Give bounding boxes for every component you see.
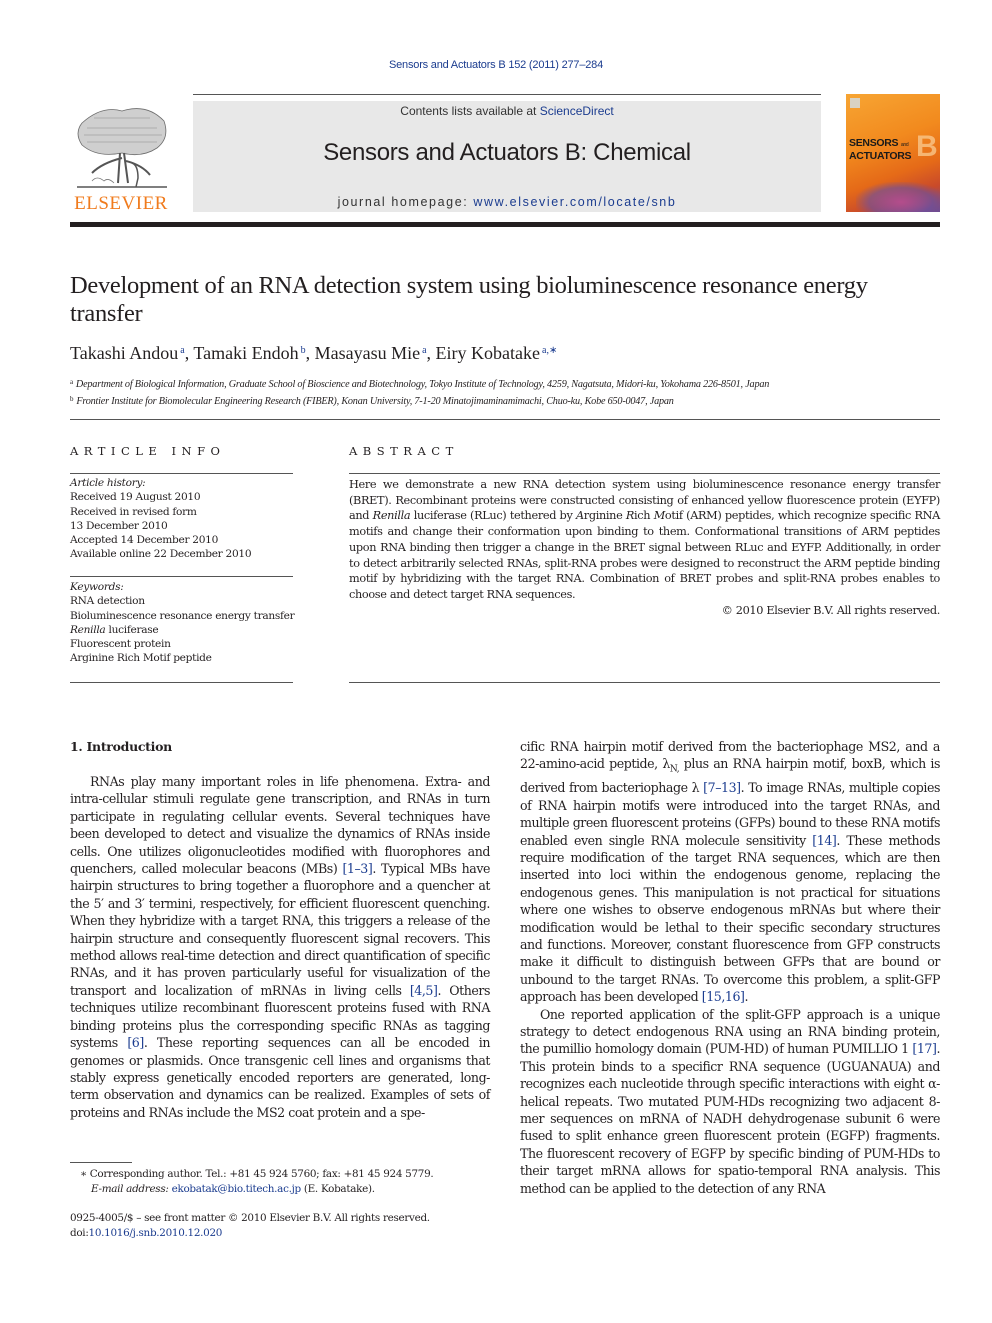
reference-link[interactable]: [4,5]	[410, 983, 438, 998]
affiliation-mark: a	[70, 378, 73, 386]
reference-link[interactable]: [7–13]	[703, 780, 741, 795]
abstract-italic: A	[575, 509, 584, 523]
affiliation: a Department of Biological Information, G…	[70, 375, 950, 392]
author-affiliation-mark[interactable]: b	[301, 345, 306, 356]
elsevier-tree-icon	[77, 108, 167, 188]
article-info-heading: ARTICLE INFO	[70, 444, 226, 458]
footnote-line-1: ∗ Corresponding author. Tel.: +81 45 924…	[80, 1167, 500, 1182]
email-suffix: (E. Kobatake).	[300, 1183, 375, 1195]
contents-prefix: Contents lists available at	[400, 104, 540, 118]
reference-link[interactable]: [17]	[912, 1041, 937, 1056]
author-affiliation-mark[interactable]: a	[422, 345, 426, 356]
divider	[70, 682, 293, 683]
paragraph: One reported application of the split-GF…	[520, 1006, 940, 1196]
affiliation-mark: b	[70, 395, 74, 403]
homepage-prefix: journal homepage:	[337, 195, 474, 209]
history-item: Received 19 August 2010	[70, 491, 201, 504]
journal-banner: Contents lists available at ScienceDirec…	[193, 101, 821, 212]
cover-title-line2: ACTUATORS	[849, 150, 912, 162]
cover-title-and: and	[900, 142, 909, 148]
reference-link[interactable]: [14]	[812, 833, 837, 848]
footnote-line-2: E-mail address: ekobatak@bio.titech.ac.j…	[80, 1182, 500, 1197]
divider	[349, 473, 940, 474]
abstract-italic: R	[625, 509, 635, 523]
divider	[70, 419, 940, 420]
footnote-rule	[70, 1162, 132, 1163]
footnote-contact: Corresponding author. Tel.: +81 45 924 5…	[86, 1168, 434, 1180]
history-item: Available online 22 December 2010	[70, 548, 252, 561]
body-column-left: RNAs play many important roles in life p…	[70, 773, 490, 1121]
abstract-text: Here we demonstrate a new RNA detection …	[349, 478, 940, 601]
keywords: Keywords: RNA detection Bioluminescence r…	[70, 580, 300, 666]
keywords-list: RNA detection Bioluminescence resonance e…	[70, 594, 300, 665]
article-history: Article history: Received 19 August 2010…	[70, 476, 300, 562]
divider	[70, 473, 293, 474]
affiliations: a Department of Biological Information, G…	[70, 375, 950, 409]
keyword-italic: Renilla	[70, 623, 106, 636]
history-item: Received in revised form	[70, 505, 197, 518]
cover-publisher-mark	[850, 98, 860, 108]
author-name[interactable]: Masayasu Mie	[315, 343, 420, 363]
keyword: Bioluminescence resonance energy transfe…	[70, 609, 295, 622]
body-column-right: cific RNA hairpin motif derived from the…	[520, 738, 940, 1197]
elsevier-logo[interactable]: ELSEVIER	[70, 103, 172, 215]
paragraph: RNAs play many important roles in life p…	[70, 774, 491, 1120]
keyword: Renilla luciferase	[70, 623, 159, 636]
sciencedirect-link[interactable]: ScienceDirect	[540, 104, 614, 118]
author-name[interactable]: Takashi Andou	[70, 343, 178, 363]
section-heading-introduction: 1. Introduction	[70, 739, 172, 754]
affiliation: b Frontier Institute for Biomolecular Eng…	[70, 392, 950, 409]
keywords-label: Keywords:	[70, 581, 124, 593]
journal-cover-image[interactable]: B SENSORS and ACTUATORS	[846, 94, 940, 212]
keyword: RNA detection	[70, 595, 145, 608]
cover-graphic	[856, 182, 940, 212]
reference-link[interactable]: [1–3]	[342, 861, 372, 876]
abstract-italic: Renilla	[372, 509, 411, 523]
homepage-line: journal homepage: www.elsevier.com/locat…	[193, 195, 821, 209]
author-affiliation-mark[interactable]: a,∗	[542, 345, 557, 356]
header-rule	[193, 94, 821, 95]
history-label: Article history:	[70, 477, 146, 489]
corresponding-author-footnote: ∗ Corresponding author. Tel.: +81 45 924…	[80, 1167, 500, 1197]
email-link[interactable]: ekobatak@bio.titech.ac.jp	[172, 1183, 302, 1195]
divider	[70, 576, 293, 577]
affiliation-text: Frontier Institute for Biomolecular Engi…	[76, 396, 674, 407]
cover-title: SENSORS and ACTUATORS	[849, 137, 912, 162]
history-item: Accepted 14 December 2010	[70, 534, 219, 547]
author-name[interactable]: Eiry Kobatake	[436, 343, 540, 363]
keyword: Fluorescent protein	[70, 638, 171, 651]
author-name[interactable]: Tamaki Endoh	[193, 343, 298, 363]
author-list: Takashi Andou a, Tamaki Endoh b, Masayasu …	[70, 343, 558, 363]
elsevier-wordmark: ELSEVIER	[74, 193, 168, 214]
subscript: N,	[669, 764, 680, 775]
abstract-heading: ABSTRACT	[349, 444, 459, 458]
homepage-link[interactable]: www.elsevier.com/locate/snb	[473, 195, 676, 209]
front-matter: 0925-4005/$ – see front matter © 2010 El…	[70, 1211, 500, 1241]
cover-title-line1: SENSORS	[849, 137, 899, 149]
contents-line: Contents lists available at ScienceDirec…	[193, 104, 821, 118]
abstract-copyright: © 2010 Elsevier B.V. All rights reserved…	[721, 604, 941, 617]
reference-link[interactable]: [6]	[127, 1035, 144, 1050]
history-item: 13 December 2010	[70, 519, 168, 532]
cover-letter: B	[916, 130, 938, 163]
reference-link[interactable]: [15,16]	[702, 989, 745, 1004]
abstract-italic: M	[653, 509, 666, 523]
journal-citation[interactable]: Sensors and Actuators B 152 (2011) 277–2…	[0, 59, 992, 71]
doi-line: doi:10.1016/j.snb.2010.12.020	[70, 1226, 500, 1241]
affiliation-text: Department of Biological Information, Gr…	[75, 379, 770, 390]
article-title: Development of an RNA detection system u…	[70, 272, 868, 327]
journal-title[interactable]: Sensors and Actuators B: Chemical	[193, 139, 821, 167]
footnote-marker: ∗	[80, 1168, 87, 1180]
keyword: Arginine Rich Motif peptide	[70, 652, 212, 665]
divider	[349, 682, 940, 683]
paragraph: cific RNA hairpin motif derived from the…	[520, 739, 940, 1005]
issn-line: 0925-4005/$ – see front matter © 2010 El…	[70, 1212, 430, 1224]
header-thick-rule	[70, 222, 940, 227]
email-label: E-mail address:	[91, 1183, 169, 1195]
doi-prefix: doi:	[70, 1227, 89, 1239]
doi-link[interactable]: 10.1016/j.snb.2010.12.020	[89, 1227, 223, 1239]
author-affiliation-mark[interactable]: a	[180, 345, 184, 356]
